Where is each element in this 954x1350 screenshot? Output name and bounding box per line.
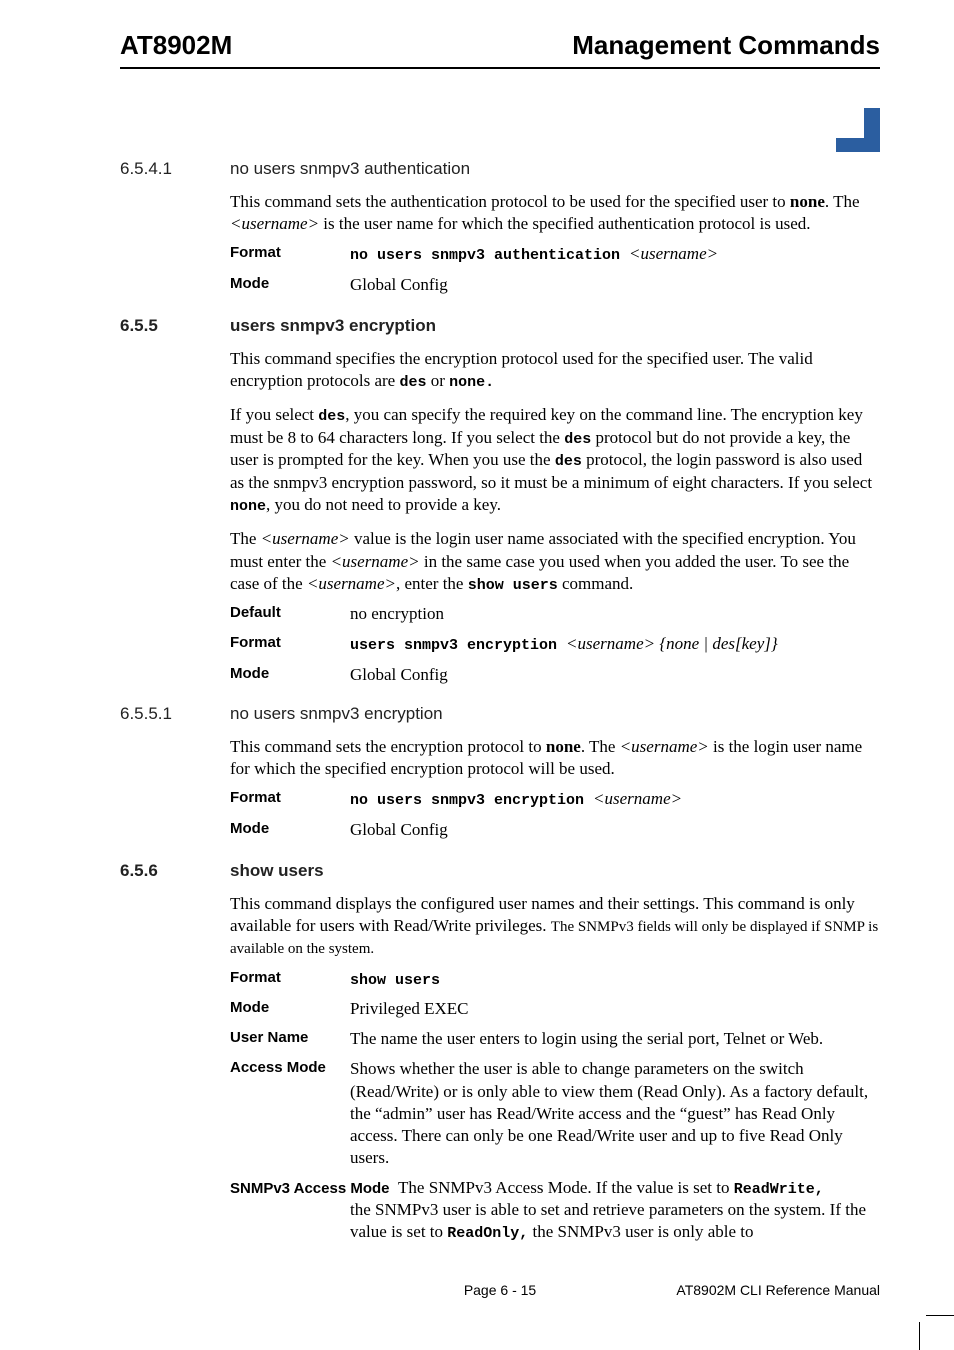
- format-label: Format: [230, 243, 350, 266]
- header-left: AT8902M: [120, 30, 232, 61]
- username-label: User Name: [230, 1028, 350, 1050]
- paragraph: This command specifies the encryption pr…: [230, 348, 880, 393]
- section-title: show users: [230, 861, 324, 881]
- mode-value: Global Config: [350, 819, 880, 841]
- snmpv3-access-value: SNMPv3 Access Mode The SNMPv3 Access Mod…: [230, 1177, 880, 1244]
- format-value: show users: [350, 968, 880, 991]
- section-number: 6.5.5: [120, 316, 230, 336]
- mode-value: Privileged EXEC: [350, 998, 880, 1020]
- footer-page: Page 6 - 15: [464, 1282, 536, 1298]
- accessmode-label: Access Mode: [230, 1058, 350, 1168]
- format-value: users snmpv3 encryption <username> {none…: [350, 633, 880, 656]
- format-label: Format: [230, 968, 350, 991]
- format-label: Format: [230, 633, 350, 656]
- paragraph: The <username> value is the login user n…: [230, 528, 880, 595]
- format-label: Format: [230, 788, 350, 811]
- mode-label: Mode: [230, 664, 350, 686]
- header-right: Management Commands: [572, 30, 880, 61]
- mode-label: Mode: [230, 274, 350, 296]
- mode-label: Mode: [230, 819, 350, 841]
- format-value: no users snmpv3 encryption <username>: [350, 788, 880, 811]
- page-footer: Page 6 - 15 AT8902M CLI Reference Manual: [120, 1282, 880, 1298]
- username-value: The name the user enters to login using …: [350, 1028, 880, 1050]
- default-label: Default: [230, 603, 350, 625]
- mode-value: Global Config: [350, 664, 880, 686]
- paragraph: If you select des, you can specify the r…: [230, 404, 880, 516]
- section-number: 6.5.4.1: [120, 159, 230, 179]
- page-header: AT8902M Management Commands: [120, 30, 880, 69]
- paragraph: This command sets the encryption protoco…: [230, 736, 880, 780]
- footer-manual: AT8902M CLI Reference Manual: [536, 1282, 880, 1298]
- mode-value: Global Config: [350, 274, 880, 296]
- crop-mark-icon: [919, 1322, 920, 1350]
- format-value: no users snmpv3 authentication <username…: [350, 243, 880, 266]
- accessmode-value: Shows whether the user is able to change…: [350, 1058, 880, 1168]
- section-number: 6.5.6: [120, 861, 230, 881]
- paragraph: This command displays the configured use…: [230, 893, 880, 960]
- default-value: no encryption: [350, 603, 880, 625]
- paragraph: This command sets the authentication pro…: [230, 191, 880, 235]
- section-title: users snmpv3 encryption: [230, 316, 436, 336]
- section-title: no users snmpv3 encryption: [230, 704, 443, 724]
- section-title: no users snmpv3 authentication: [230, 159, 470, 179]
- crop-mark-icon: [926, 1315, 954, 1316]
- mode-label: Mode: [230, 998, 350, 1020]
- section-number: 6.5.5.1: [120, 704, 230, 724]
- corner-decor-icon: [836, 108, 880, 157]
